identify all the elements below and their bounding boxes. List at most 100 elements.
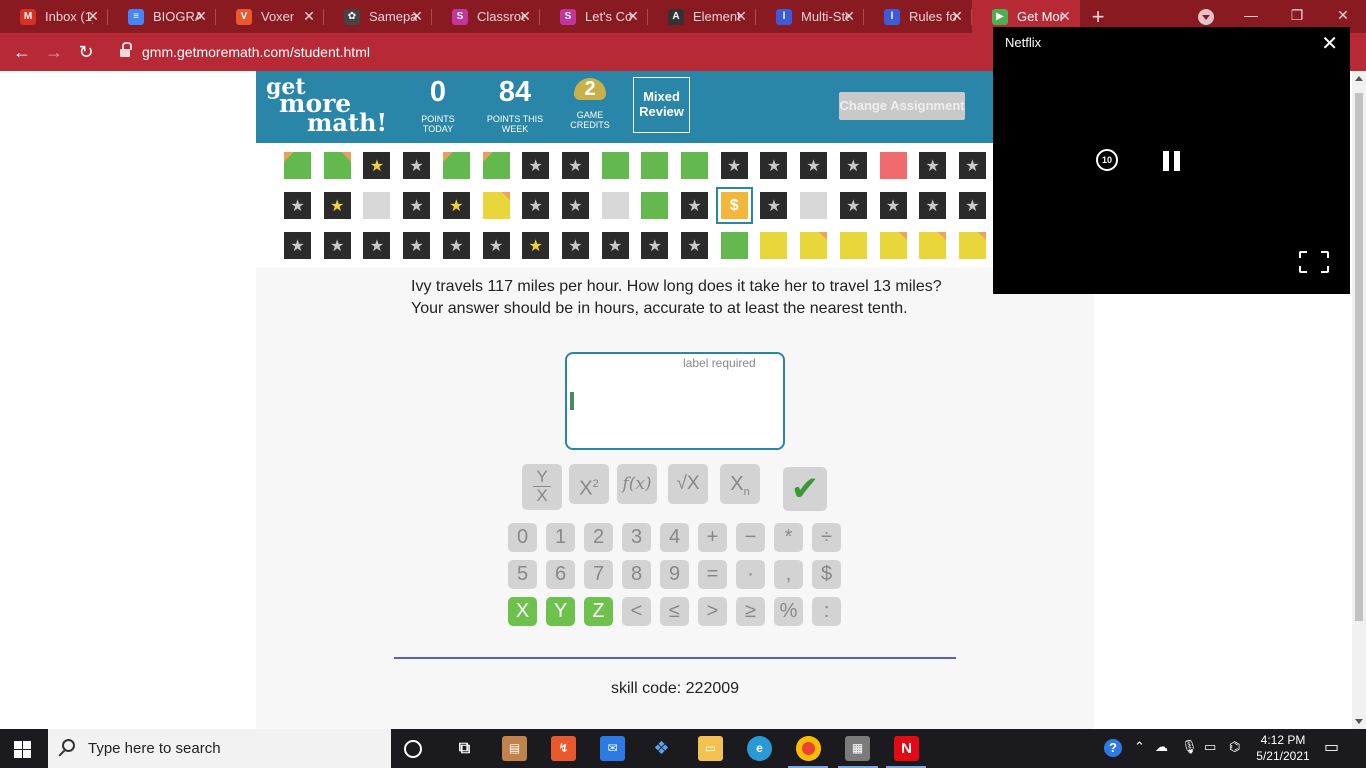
edge-icon[interactable]: e: [747, 736, 772, 761]
progress-tile[interactable]: ★: [363, 232, 391, 259]
progress-tile[interactable]: [442, 152, 470, 179]
progress-tile[interactable]: ★: [442, 232, 470, 259]
address-bar[interactable]: gmm.getmoremath.com/student.html: [142, 44, 370, 60]
cortana-icon[interactable]: [404, 740, 422, 758]
dropbox-icon[interactable]: ❖: [649, 736, 674, 761]
keypad-key[interactable]: 8: [622, 560, 651, 589]
progress-tile[interactable]: ★: [720, 152, 748, 179]
progress-tile[interactable]: [919, 232, 947, 259]
keypad-key[interactable]: Z: [584, 597, 613, 626]
keypad-key[interactable]: <: [622, 597, 651, 626]
keypad-key[interactable]: 0: [508, 523, 537, 552]
keypad-key[interactable]: 3: [622, 523, 651, 552]
taskbar-search-box[interactable]: Type here to search: [48, 729, 391, 768]
fraction-key[interactable]: YX: [522, 464, 562, 510]
progress-tile[interactable]: ★: [482, 232, 510, 259]
progress-tile[interactable]: [839, 232, 867, 259]
root-key[interactable]: √X: [668, 464, 708, 504]
keypad-key[interactable]: Y: [546, 597, 575, 626]
progress-tile[interactable]: ★: [760, 152, 788, 179]
browser-tab[interactable]: S Let's Co ✕: [540, 0, 648, 33]
progress-tile[interactable]: [800, 232, 828, 259]
submit-check-button[interactable]: ✔: [783, 467, 827, 511]
rewind-10-icon[interactable]: 10: [1096, 149, 1118, 171]
progress-tile[interactable]: ★: [561, 192, 589, 219]
progress-tile[interactable]: ★: [522, 192, 550, 219]
progress-tile[interactable]: ★: [403, 152, 431, 179]
keypad-key[interactable]: :: [812, 597, 841, 626]
progress-tile[interactable]: [641, 192, 669, 219]
progress-tile[interactable]: [641, 152, 669, 179]
progress-tile[interactable]: [879, 152, 907, 179]
browser-tab[interactable]: l Multi-Ste ✕: [756, 0, 864, 33]
keypad-key[interactable]: ÷: [812, 523, 841, 552]
progress-tile[interactable]: [681, 152, 708, 179]
progress-tile[interactable]: ★: [522, 232, 550, 259]
keypad-key[interactable]: 4: [660, 523, 689, 552]
progress-tile[interactable]: ★: [839, 152, 867, 179]
keypad-key[interactable]: =: [698, 560, 727, 589]
progress-tile[interactable]: ★: [919, 152, 947, 179]
browser-tab[interactable]: V Voxer ✕: [216, 0, 324, 33]
chevron-up-icon[interactable]: ⌃: [1134, 739, 1145, 755]
progress-tile[interactable]: [482, 192, 510, 219]
scroll-up-icon[interactable]: [1355, 76, 1363, 81]
keypad-key[interactable]: −: [736, 523, 765, 552]
close-tab-icon[interactable]: ✕: [625, 8, 641, 24]
notifications-icon[interactable]: ▭: [1324, 737, 1339, 757]
keypad-key[interactable]: *: [774, 523, 803, 552]
progress-tile[interactable]: ★: [958, 152, 986, 179]
function-key[interactable]: f(x): [617, 464, 657, 504]
browser-tab[interactable]: A Element ✕: [648, 0, 756, 33]
keypad-key[interactable]: 6: [546, 560, 575, 589]
keypad-key[interactable]: 9: [660, 560, 689, 589]
calculator-icon[interactable]: ▦: [845, 736, 870, 761]
browser-tab[interactable]: SClassroom✕: [432, 0, 540, 33]
onedrive-icon[interactable]: ☁: [1155, 739, 1168, 755]
exponent-key[interactable]: X2: [569, 464, 609, 504]
forward-arrow-icon[interactable]: →: [40, 39, 68, 65]
progress-tile[interactable]: ★: [561, 152, 589, 179]
current-problem-tile[interactable]: $: [715, 187, 753, 224]
progress-tile[interactable]: ★: [681, 232, 708, 259]
keypad-key[interactable]: ≤: [660, 597, 689, 626]
progress-tile[interactable]: ★: [323, 232, 351, 259]
task-view-icon[interactable]: ⧉: [452, 736, 477, 761]
scroll-thumb[interactable]: [1355, 93, 1363, 621]
answer-input[interactable]: label required: [565, 352, 785, 450]
lock-icon[interactable]: [120, 42, 132, 58]
help-icon[interactable]: ?: [1104, 739, 1122, 757]
close-icon[interactable]: ✕: [1321, 31, 1338, 56]
progress-tile[interactable]: [284, 152, 311, 179]
windows-start-icon[interactable]: [14, 741, 31, 758]
browser-tab[interactable]: M Inbox (1) ✕: [0, 0, 108, 33]
progress-tile[interactable]: ★: [363, 152, 391, 179]
reload-icon[interactable]: ↻: [72, 39, 100, 65]
chrome-icon[interactable]: [796, 736, 821, 761]
battery-icon[interactable]: ▭: [1204, 739, 1216, 755]
progress-tile[interactable]: [879, 232, 907, 259]
browser-tab[interactable]: ≡BIOGRAPHY✕: [108, 0, 216, 33]
browser-tab[interactable]: l Rules for ✕: [864, 0, 972, 33]
progress-tile[interactable]: ★: [839, 192, 867, 219]
progress-tile[interactable]: ★: [403, 232, 431, 259]
progress-tile[interactable]: [760, 232, 788, 259]
keypad-key[interactable]: $: [812, 560, 841, 589]
keypad-key[interactable]: X: [508, 597, 537, 626]
progress-tile[interactable]: ★: [284, 192, 311, 219]
progress-tile[interactable]: [323, 152, 351, 179]
close-tab-icon[interactable]: ✕: [841, 8, 857, 24]
keypad-key[interactable]: ·: [736, 560, 765, 589]
keypad-key[interactable]: ≥: [736, 597, 765, 626]
progress-tile[interactable]: ★: [323, 192, 351, 219]
pause-icon[interactable]: [1163, 151, 1181, 171]
keypad-key[interactable]: %: [774, 597, 803, 626]
progress-tile[interactable]: ★: [561, 232, 589, 259]
progress-tile[interactable]: ★: [403, 192, 431, 219]
back-arrow-icon[interactable]: ←: [8, 39, 36, 65]
mail-icon[interactable]: ✉: [600, 736, 625, 761]
progress-tile[interactable]: ★: [800, 152, 828, 179]
progress-tile[interactable]: [958, 232, 986, 259]
progress-tile[interactable]: ★: [284, 232, 311, 259]
progress-tile[interactable]: [363, 192, 391, 219]
